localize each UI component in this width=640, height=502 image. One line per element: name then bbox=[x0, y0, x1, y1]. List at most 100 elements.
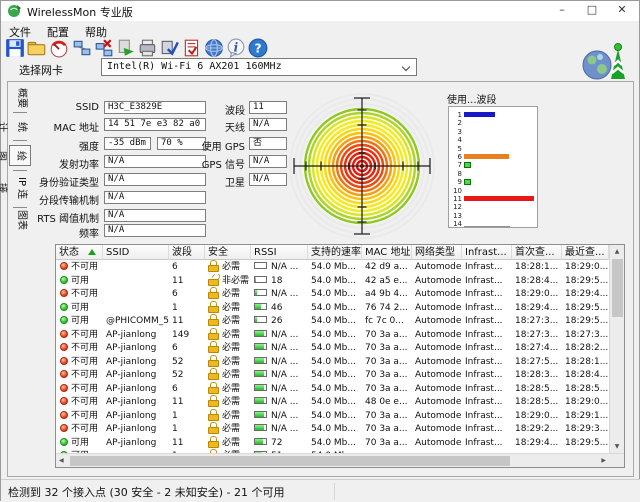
help-button[interactable]: ? bbox=[248, 38, 268, 58]
cell-mac: 42 d9 a... bbox=[365, 262, 408, 272]
table-row[interactable]: 不可用 AP-jianlong 6 必需 N/A ... 54.0 Mb... 70 3a … bbox=[56, 341, 609, 355]
table-row[interactable]: 不可用 AP-jianlong 6 必需 N/A ... 54.0 Mb... 70 3a … bbox=[56, 381, 609, 396]
cell-status: 不可用 bbox=[56, 409, 103, 423]
channel-label: 6 bbox=[457, 153, 462, 161]
cell-status: 可用 bbox=[56, 301, 103, 315]
table-row[interactable]: 不可用 AP-jianlong 52 必需 N/A ... 54.0 Mb... 70 3a… bbox=[56, 354, 609, 369]
table-row[interactable]: 不可用 AP-jianlong 149 必需 N/A ... 54.0 Mb... 70 3… bbox=[56, 327, 609, 342]
scroll-right-icon[interactable]: ▶ bbox=[601, 457, 606, 464]
table-row[interactable]: 不可用 AP-jianlong 1 必需 N/A ... 54.0 Mb... 70 3a … bbox=[56, 422, 609, 436]
table-row[interactable]: 不可用 6 必需 N/A ... 54.0 Mb... a4 9b 4... Automod… bbox=[56, 287, 609, 301]
table-row[interactable]: 不可用 AP-jianlong 11 必需 N/A ... 54.0 Mb... 48 0e… bbox=[56, 395, 609, 409]
rssi-bar-icon bbox=[254, 343, 267, 350]
status-unavailable-icon bbox=[60, 343, 68, 351]
cell-ssid: AP-jianlong bbox=[106, 370, 157, 380]
status-unavailable-icon bbox=[60, 397, 68, 405]
table-row[interactable]: 可用 11 非必需 18 54.0 Mb... 42 a5 e... Automode Inf… bbox=[56, 274, 609, 288]
cell-network-type: Automode bbox=[415, 275, 462, 286]
field-label: SSID bbox=[75, 102, 99, 113]
cell-first-seen: 18:28:3... bbox=[515, 370, 559, 380]
table-header: 状态 SSID 波段 安全 RSSI 支持的速率 MAC 地址 网络类型 Infrast... 首… bbox=[56, 245, 609, 260]
cell-rssi: 46 bbox=[251, 301, 308, 315]
column-header-5[interactable]: RSSI bbox=[251, 245, 308, 260]
field-label: 身份验证类型 bbox=[39, 178, 99, 189]
cell-band: 6 bbox=[172, 343, 178, 353]
column-header-4[interactable]: 安全 bbox=[205, 245, 251, 260]
cell-last-seen: 18:29:0... bbox=[565, 262, 609, 272]
table-row[interactable]: 不可用 6 必需 N/A ... 54.0 Mb... 42 d9 a... Automod… bbox=[56, 260, 609, 274]
horizontal-scroll-thumb[interactable] bbox=[70, 456, 510, 466]
cell-band: 6 bbox=[172, 383, 178, 394]
network-delete-button[interactable] bbox=[94, 38, 114, 58]
column-header-8[interactable]: 网络类型 bbox=[412, 245, 462, 260]
network-button[interactable] bbox=[72, 38, 92, 58]
cell-infrastructure: Infrast... bbox=[465, 343, 503, 353]
table-row[interactable]: 不可用 AP-jianlong 52 必需 N/A ... 54.0 Mb... 70 3a… bbox=[56, 368, 609, 382]
column-header-1[interactable]: 状态 bbox=[56, 245, 103, 260]
open-folder-button[interactable] bbox=[27, 38, 47, 58]
table-row[interactable]: 不可用 AP-jianlong 1 必需 N/A ... 54.0 Mb... 70 3a … bbox=[56, 408, 609, 423]
column-header-6[interactable]: 支持的速率 bbox=[308, 245, 362, 260]
column-header-label: 最近查... bbox=[565, 247, 605, 258]
checklist-button[interactable] bbox=[182, 38, 202, 58]
field-label: MAC 地址 bbox=[53, 123, 99, 134]
cell-last-seen: 18:29:0... bbox=[565, 397, 609, 407]
printer-button[interactable] bbox=[138, 38, 158, 58]
vertical-scrollbar[interactable]: ▲ ▼ bbox=[609, 245, 624, 453]
gauge-button[interactable] bbox=[49, 38, 69, 58]
column-header-label: SSID bbox=[106, 247, 130, 258]
column-header-9[interactable]: Infrast... bbox=[462, 245, 512, 260]
cell-security: 必需 bbox=[205, 287, 251, 301]
scroll-down-icon[interactable]: ▼ bbox=[610, 443, 624, 450]
table-row[interactable]: 可用 1 必需 46 54.0 Mb... 76 74 2... Automode Infra… bbox=[56, 300, 609, 315]
lock-closed-icon bbox=[208, 395, 219, 407]
cell-status: 不可用 bbox=[56, 395, 103, 409]
field-label: RTS 阈值机制 bbox=[37, 214, 99, 225]
channel-chart-title: 使用...波段 bbox=[447, 95, 497, 106]
close-button[interactable]: ✕ bbox=[607, 1, 637, 21]
column-header-7[interactable]: MAC 地址 bbox=[362, 245, 412, 260]
minimize-button[interactable]: – bbox=[547, 1, 577, 21]
cell-rssi: N/A ... bbox=[251, 395, 308, 409]
export-gps-button[interactable] bbox=[116, 38, 136, 58]
cell-mac: 42 a5 e... bbox=[365, 275, 408, 286]
cell-status: 不可用 bbox=[56, 328, 103, 342]
cell-rate: 54.0 Mb... bbox=[311, 397, 356, 407]
save-button[interactable] bbox=[5, 38, 25, 58]
field-value: 11 bbox=[249, 101, 287, 114]
cell-security: 必需 bbox=[205, 260, 251, 274]
maximize-button[interactable]: □ bbox=[577, 1, 607, 21]
column-header-10[interactable]: 首次查... bbox=[512, 245, 562, 260]
cell-first-seen: 18:27:3... bbox=[515, 316, 559, 326]
cell-mac: 48 0e e... bbox=[365, 397, 408, 407]
web-button[interactable] bbox=[204, 38, 224, 58]
column-header-11[interactable]: 最近查... bbox=[562, 245, 609, 260]
cell-rate: 54.0 Mb... bbox=[311, 437, 356, 448]
vertical-scroll-thumb[interactable] bbox=[612, 259, 623, 317]
cell-last-seen: 18:29:5... bbox=[565, 275, 609, 286]
column-header-3[interactable]: 波段 bbox=[169, 245, 205, 260]
cell-ssid: AP-jianlong bbox=[106, 424, 157, 434]
lock-closed-icon bbox=[208, 314, 219, 326]
adapter-select[interactable]: Intel(R) Wi-Fi 6 AX201 160MHz bbox=[101, 58, 417, 76]
cell-rssi: N/A ... bbox=[251, 328, 308, 342]
cell-rssi: N/A ... bbox=[251, 368, 308, 382]
cell-rssi: 72 bbox=[251, 436, 308, 450]
cell-ssid: AP-jianlong bbox=[106, 397, 157, 407]
app-icon bbox=[7, 3, 22, 18]
cell-infrastructure: Infrast... bbox=[465, 275, 503, 286]
cell-mac: 70 3a a... bbox=[365, 437, 408, 448]
table-row[interactable]: 可用 AP-jianlong 11 必需 72 54.0 Mb... 70 3a a... A… bbox=[56, 435, 609, 450]
scroll-up-icon[interactable]: ▲ bbox=[610, 248, 624, 255]
horizontal-scrollbar[interactable]: ◀ ▶ bbox=[56, 453, 624, 467]
channel-usage-chart: 1 2 3 4 5 6 7 8 9 10 11 12 13 14 bbox=[448, 106, 538, 228]
cell-mac: 70 3a a... bbox=[365, 424, 408, 434]
device-check-button[interactable] bbox=[160, 38, 180, 58]
channel-label: 14 bbox=[453, 220, 462, 229]
scroll-left-icon[interactable]: ◀ bbox=[59, 457, 64, 464]
column-header-2[interactable]: SSID bbox=[103, 245, 169, 260]
table-row[interactable]: 可用 @PHICOMM_56 11 必需 26 54.0 Mb... fc 7c 0... A… bbox=[56, 314, 609, 328]
info-button[interactable]: i bbox=[226, 38, 246, 59]
column-header-label: 网络类型 bbox=[415, 247, 455, 258]
cell-rate: 54.0 Mb... bbox=[311, 356, 356, 367]
